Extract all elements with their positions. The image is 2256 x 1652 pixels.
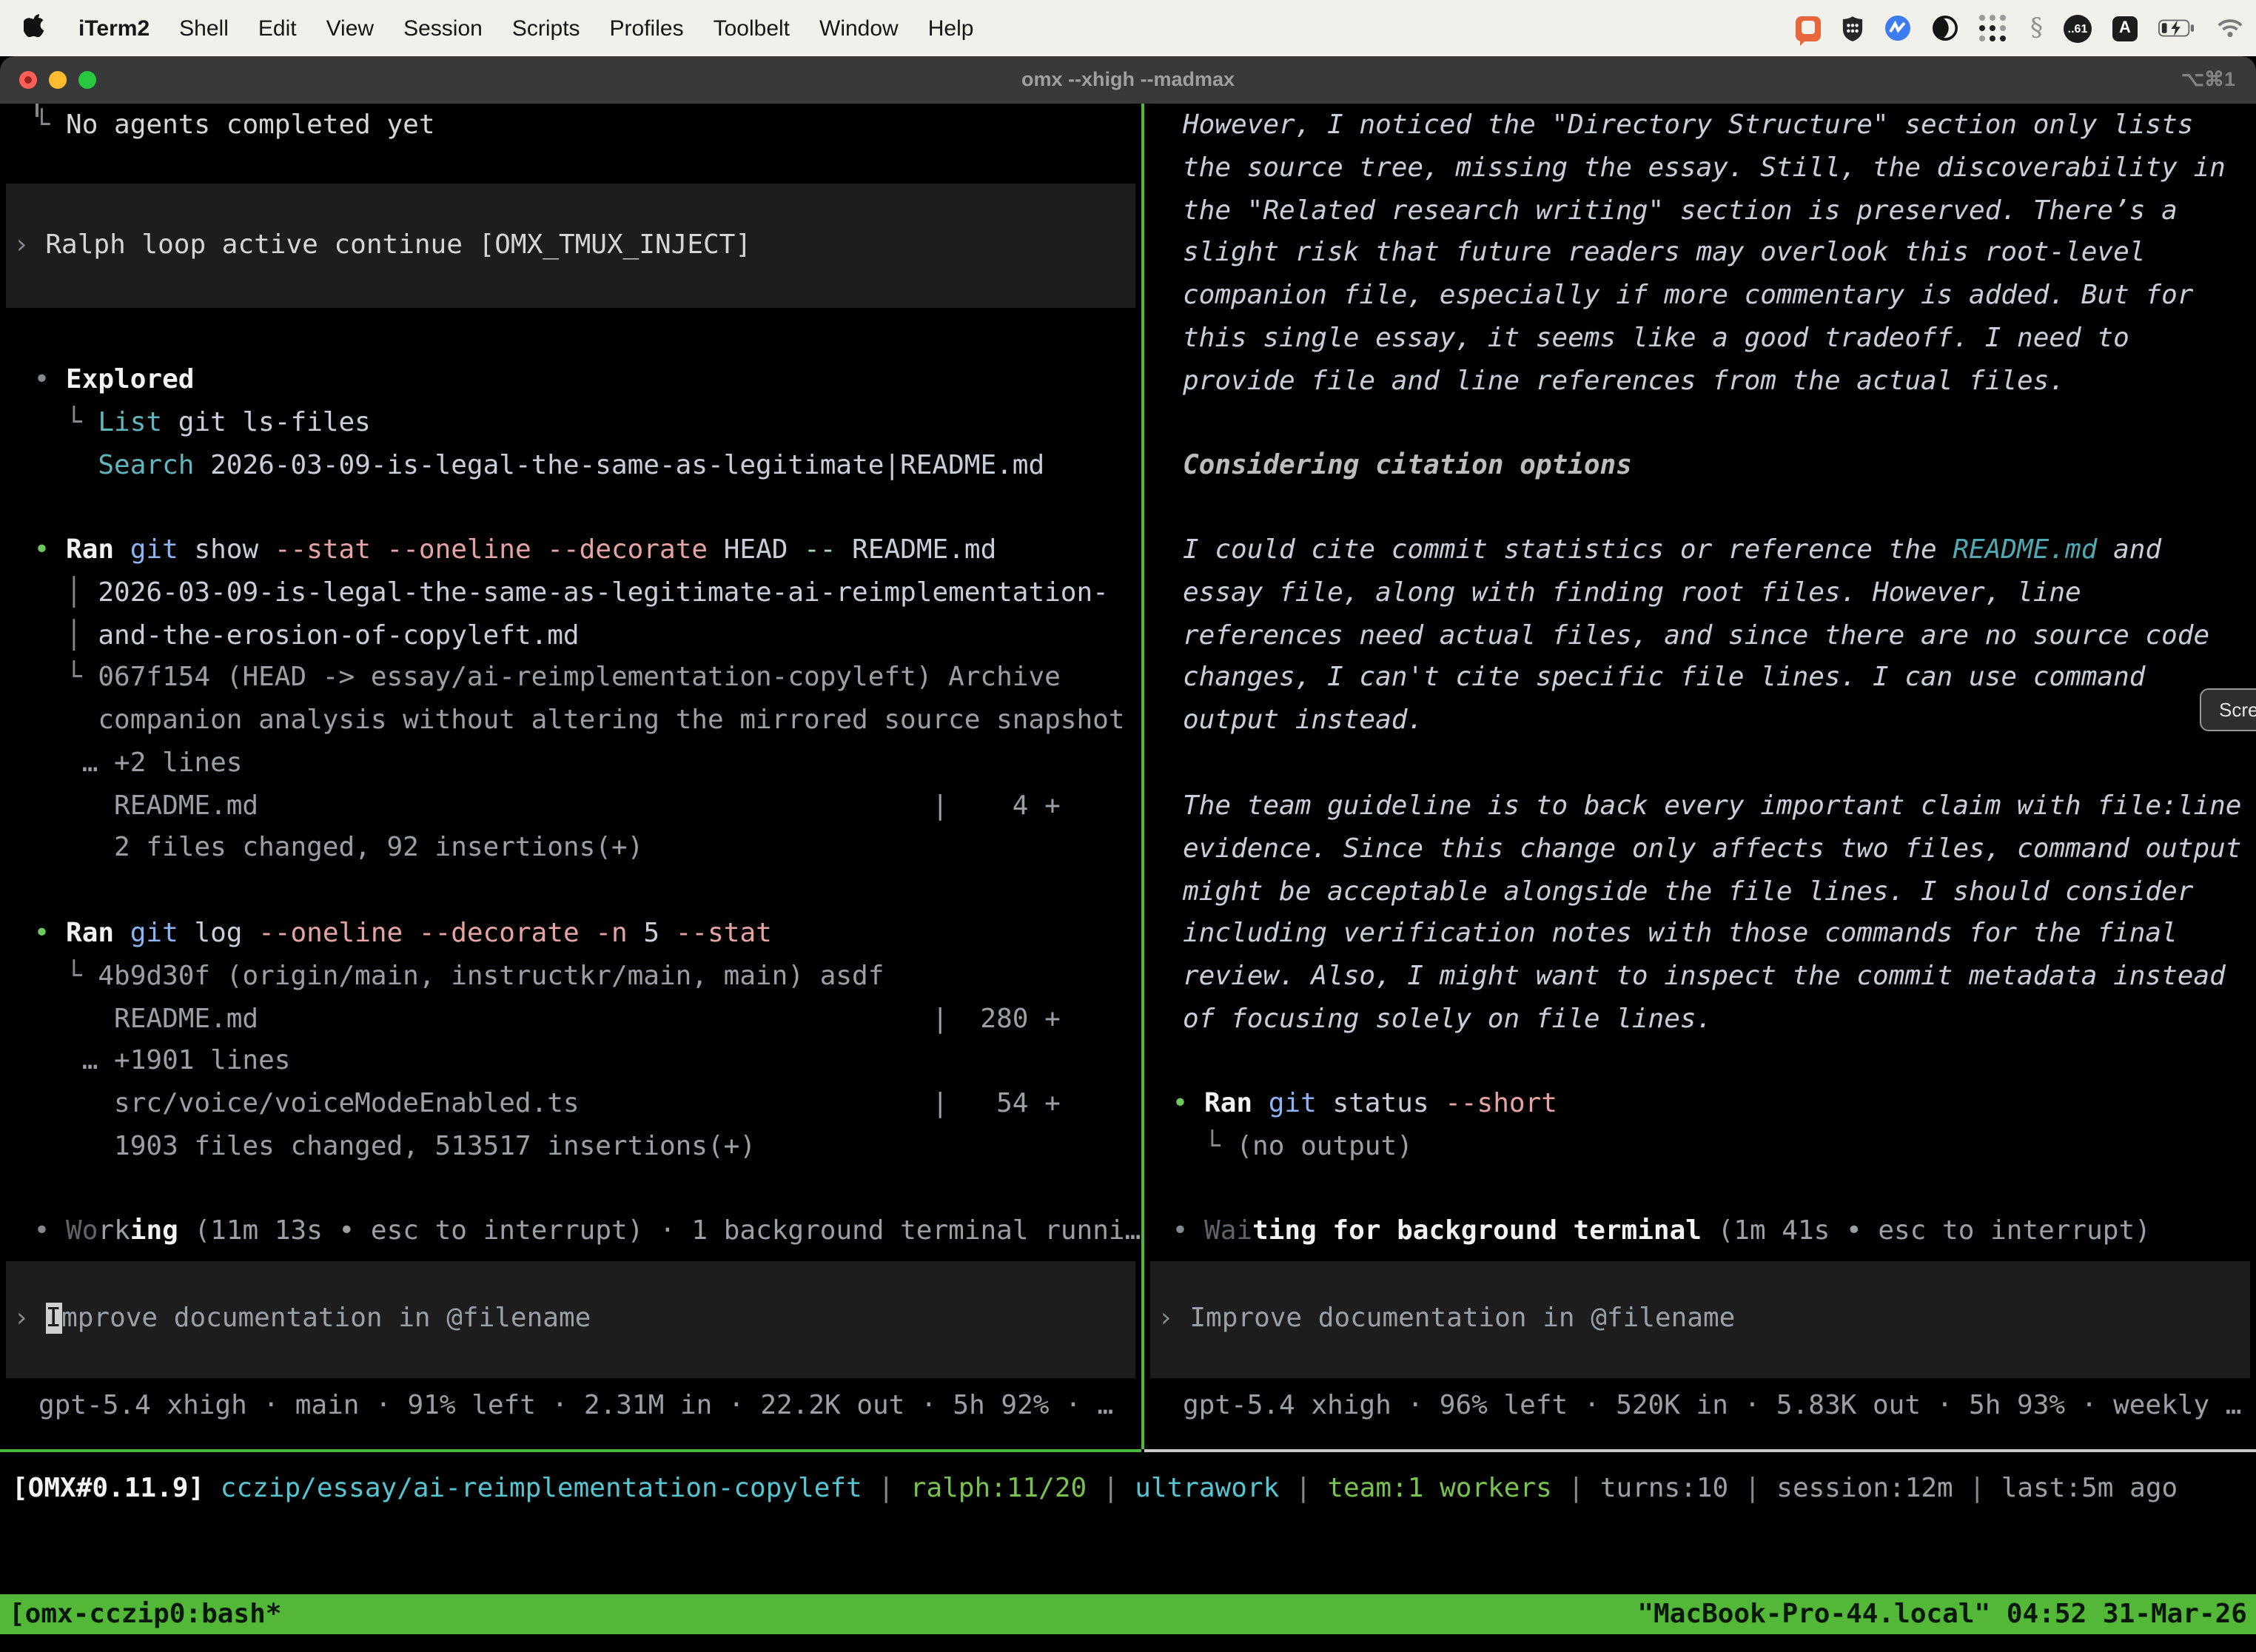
- working-status-line: • Working (11m 13s • esc to interrupt) ·…: [0, 1211, 1141, 1254]
- tmux-status-bar: [omx-cczip0:bash* "MacBook-Pro-44.local"…: [0, 1594, 2256, 1634]
- dots-grid-icon[interactable]: [1978, 13, 2010, 44]
- reasoning-paragraph-3: The team guideline is to back every impo…: [1144, 786, 2256, 1041]
- apple-menu[interactable]: [0, 13, 64, 44]
- ran-git-log-section: • Ran git log --oneline --decorate -n 5 …: [0, 913, 1141, 1169]
- crescent-app-icon[interactable]: [1931, 15, 1958, 41]
- menu-item-toolbelt[interactable]: Toolbelt: [699, 16, 805, 41]
- keyboard-layout-icon[interactable]: A: [2112, 16, 2138, 41]
- screen-tooltip: Scre: [2200, 688, 2256, 731]
- menu-item-view[interactable]: View: [312, 16, 389, 41]
- tmux-host-clock: "MacBook-Pro-44.local" 04:52 31-Mar-26: [1637, 1599, 2247, 1630]
- chat-app-icon[interactable]: [1795, 16, 1820, 41]
- squiggle-icon[interactable]: §: [2030, 13, 2043, 43]
- menu-status-icons: § ..61 A: [1795, 13, 2256, 44]
- menu-item-shell[interactable]: Shell: [164, 16, 244, 41]
- iterm-window: omx --xhigh --madmax ⌥⌘1 └ No agents com…: [0, 56, 2256, 1652]
- reasoning-paragraph-1: However, I noticed the "Directory Struct…: [1144, 105, 2256, 403]
- window-title: omx --xhigh --madmax: [0, 56, 2256, 104]
- ran-git-show-section: • Ran git show --stat --oneline --decora…: [0, 530, 1141, 870]
- menu-item-iterm2[interactable]: iTerm2: [64, 16, 164, 41]
- terminal: └ No agents completed yet › Ralph loop a…: [0, 104, 2256, 1652]
- apple-icon: [24, 13, 46, 44]
- menu-bar: iTerm2 Shell Edit View Session Scripts P…: [0, 0, 2256, 56]
- reasoning-heading: Considering citation options: [1144, 446, 2256, 488]
- menu-item-profiles[interactable]: Profiles: [595, 16, 699, 41]
- prompt-input-right[interactable]: › Improve documentation in @filename: [1150, 1261, 2250, 1378]
- tmux-session-label: [omx-cczip0:bash*: [9, 1599, 281, 1630]
- model-status-left: gpt-5.4 xhigh · main · 91% left · 2.31M …: [0, 1386, 1141, 1428]
- menu-item-help[interactable]: Help: [913, 16, 989, 41]
- agents-line: └ No agents completed yet: [0, 105, 1141, 148]
- sync-badge-icon[interactable]: [1884, 15, 1910, 41]
- pane-bottom-border-active: [0, 1449, 1141, 1452]
- menu-item-session[interactable]: Session: [389, 16, 497, 41]
- window-shortcut: ⌥⌘1: [2181, 56, 2235, 104]
- prompt-input-left[interactable]: › Improve documentation in @filename: [6, 1261, 1135, 1378]
- shield-grid-icon[interactable]: [1841, 16, 1863, 41]
- inject-banner: › Ralph loop active continue [OMX_TMUX_I…: [6, 184, 1135, 308]
- explored-section: • Explored └ List git ls-files Search 20…: [0, 360, 1141, 488]
- desktop: iTerm2 Shell Edit View Session Scripts P…: [0, 0, 2256, 1652]
- wifi-icon[interactable]: [2216, 18, 2244, 38]
- menu-item-scripts[interactable]: Scripts: [497, 16, 595, 41]
- menu-item-window[interactable]: Window: [805, 16, 913, 41]
- left-pane[interactable]: └ No agents completed yet › Ralph loop a…: [0, 104, 1141, 1449]
- right-pane[interactable]: However, I noticed the "Directory Struct…: [1144, 104, 2256, 1449]
- waiting-status-line: • Waiting for background terminal (1m 41…: [1144, 1211, 2256, 1254]
- battery-charging-icon[interactable]: [2158, 19, 2195, 37]
- title-bar[interactable]: omx --xhigh --madmax ⌥⌘1: [0, 56, 2256, 104]
- ran-git-status-section: • Ran git status --short └ (no output): [1144, 1084, 2256, 1169]
- reasoning-paragraph-2: I could cite commit statistics or refere…: [1144, 530, 2256, 743]
- omx-status-line: [OMX#0.11.9] cczip/essay/ai-reimplementa…: [0, 1468, 2256, 1511]
- model-status-right: gpt-5.4 xhigh · 96% left · 520K in · 5.8…: [1144, 1386, 2256, 1428]
- menu-item-edit[interactable]: Edit: [244, 16, 312, 41]
- pane-bottom-border-inactive: [1144, 1449, 2256, 1452]
- count-badge-icon[interactable]: ..61: [2064, 14, 2092, 42]
